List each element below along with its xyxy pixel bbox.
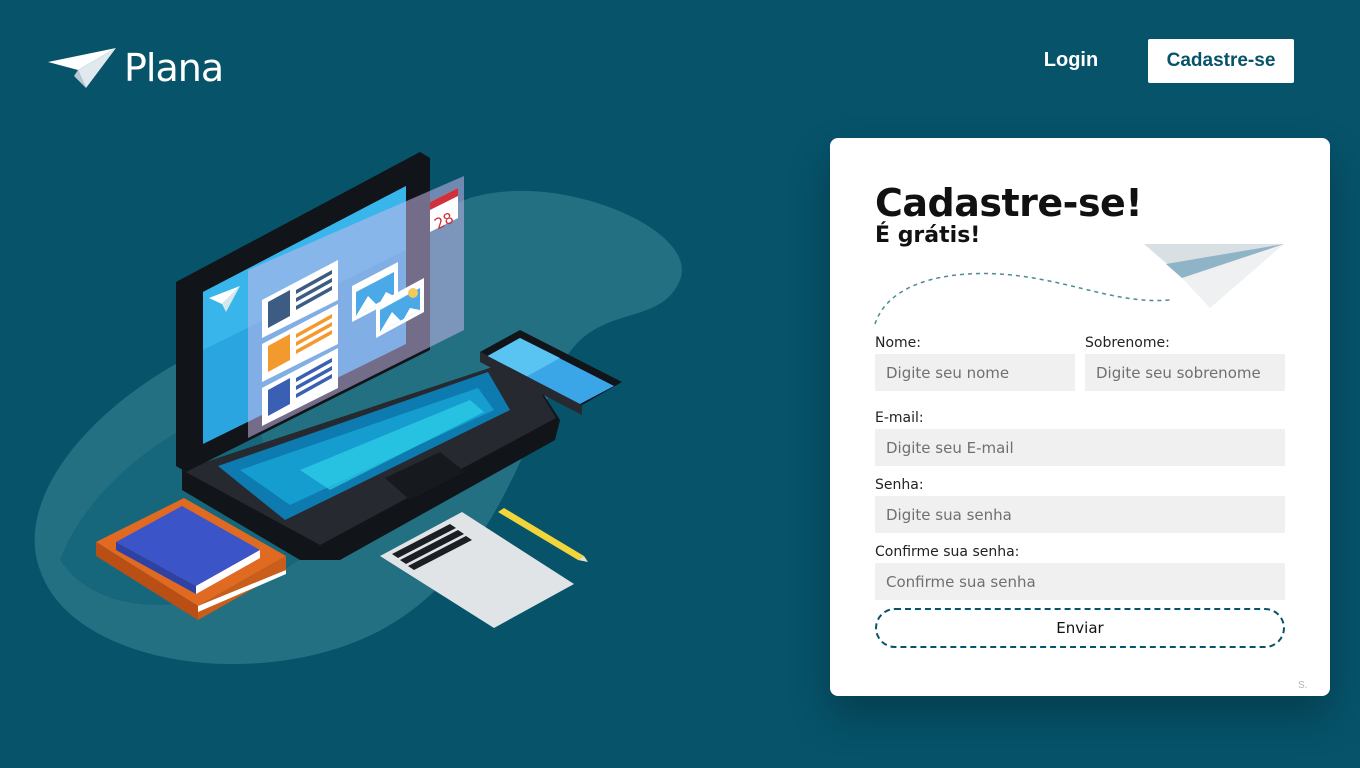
confirma-senha-input[interactable] xyxy=(875,563,1285,600)
senha-input[interactable] xyxy=(875,496,1285,533)
email-label: E-mail: xyxy=(875,410,924,426)
confirma-senha-label: Confirme sua senha: xyxy=(875,544,1020,560)
nome-input[interactable] xyxy=(875,354,1075,391)
site-header: Plana Login Cadastre-se xyxy=(0,0,1360,120)
signup-card: Cadastre-se! É grátis! Nome: Sobrenome: … xyxy=(830,138,1330,696)
login-link[interactable]: Login xyxy=(1030,44,1112,76)
submit-button[interactable]: Enviar xyxy=(875,608,1285,648)
senha-label: Senha: xyxy=(875,477,924,493)
brand-name: Plana xyxy=(124,46,224,90)
sobrenome-label: Sobrenome: xyxy=(1085,335,1170,351)
nome-label: Nome: xyxy=(875,335,922,351)
form-title: Cadastre-se! xyxy=(875,181,1143,225)
laptop-illustration: 28 xyxy=(34,152,682,665)
paper-plane-icon xyxy=(48,48,116,88)
signup-nav-button[interactable]: Cadastre-se xyxy=(1148,39,1294,83)
footnote-text: S. xyxy=(1298,680,1308,691)
brand-logo[interactable]: Plana xyxy=(48,44,224,92)
sobrenome-input[interactable] xyxy=(1085,354,1285,391)
paper-plane-icon xyxy=(874,244,1284,325)
email-input[interactable] xyxy=(875,429,1285,466)
